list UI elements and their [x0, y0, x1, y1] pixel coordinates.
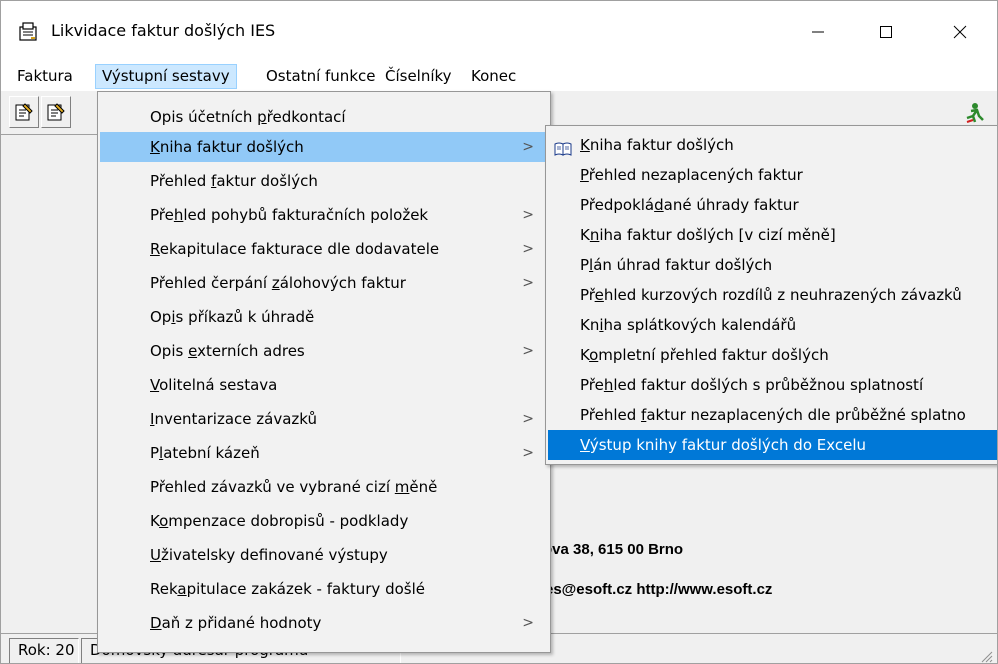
menu-bar: Faktura Výstupní sestavy Ostatní funkce …: [1, 61, 997, 91]
menu-item-kompenzace-dobropisu[interactable]: Kompenzace dobropisů - podklady: [100, 506, 548, 536]
menu-vystupni-sestavy[interactable]: Výstupní sestavy: [95, 64, 237, 89]
menu-item-rekapitulace-zakazek[interactable]: Rekapitulace zakázek - faktury došlé: [100, 574, 548, 604]
menu-item-label: Opis příkazů k úhradě: [150, 308, 315, 326]
close-button[interactable]: [937, 13, 983, 51]
menu-item-label: Přehled pohybů fakturačních položek: [150, 206, 429, 224]
book-icon: [554, 137, 572, 156]
menu-item-label: Přehled závazků ve vybrané cizí měně: [150, 478, 438, 496]
menu-item-opis-externich-adres[interactable]: Opis externích adres >: [100, 336, 548, 366]
menu-item-prehled-zavazku-cizi-mene[interactable]: Přehled závazků ve vybrané cizí měně: [100, 472, 548, 502]
menu-vystupni-sestavy-dropdown: Opis účetních předkontací Kniha faktur d…: [97, 91, 551, 653]
menu-item-opis-ucetnich-predkontaci[interactable]: Opis účetních předkontací: [100, 102, 548, 132]
help-button[interactable]: [961, 99, 987, 127]
submenu-item-label: Přehled kurzových rozdílů z neuhrazených…: [580, 286, 962, 304]
menu-item-label: Přehled čerpání zálohových faktur: [150, 274, 406, 292]
menu-item-opis-prikazu[interactable]: Opis příkazů k úhradě: [100, 302, 548, 332]
menu-item-label: Uživatelsky definované výstupy: [150, 546, 388, 564]
submenu-item-prehled-nezaplacenych[interactable]: Přehled nezaplacených faktur: [548, 160, 997, 190]
submenu-item-label: Přehled nezaplacených faktur: [580, 166, 803, 184]
menu-item-uzivatelsky-definovane[interactable]: Uživatelsky definované výstupy: [100, 540, 548, 570]
menu-item-label: Rekapitulace zakázek - faktury došlé: [150, 580, 425, 598]
submenu-arrow-icon: >: [522, 275, 534, 291]
submenu-item-label: Kompletní přehled faktur došlých: [580, 346, 829, 364]
menu-item-label: Opis externích adres: [150, 342, 305, 360]
submenu-item-plan-uhrad[interactable]: Plán úhrad faktur došlých: [548, 250, 997, 280]
submenu-item-label: Kniha faktur došlých: [580, 136, 734, 154]
submenu-item-label: Plán úhrad faktur došlých: [580, 256, 773, 274]
menu-item-label: Kniha faktur došlých: [150, 138, 304, 156]
resize-grip-icon[interactable]: [979, 649, 993, 663]
menu-item-rekapitulace-fakturace[interactable]: Rekapitulace fakturace dle dodavatele >: [100, 234, 548, 264]
menu-ciselniky[interactable]: Číselníky: [379, 64, 458, 89]
company-address: ova 38, 615 00 Brno: [543, 541, 684, 558]
running-man-icon: [966, 103, 984, 123]
submenu-item-label: Kniha faktur došlých [v cizí měně]: [580, 226, 836, 244]
submenu-item-splatkove-kalendare[interactable]: Kniha splátkových kalendářů: [548, 310, 997, 340]
window-title: Likvidace faktur došlých IES: [51, 21, 276, 40]
submenu-item-kurzove-rozdily[interactable]: Přehled kurzových rozdílů z neuhrazených…: [548, 280, 997, 310]
menu-item-prehled-cerpani[interactable]: Přehled čerpání zálohových faktur >: [100, 268, 548, 298]
menu-item-label: Opis účetních předkontací: [150, 108, 346, 126]
submenu-item-kniha-cizi-mene[interactable]: Kniha faktur došlých [v cizí měně]: [548, 220, 997, 250]
menu-item-prehled-pohybu[interactable]: Přehled pohybů fakturačních položek >: [100, 200, 548, 230]
submenu-arrow-icon: >: [522, 343, 534, 359]
menu-faktura[interactable]: Faktura: [11, 64, 79, 89]
menu-item-inventarizace[interactable]: Inventarizace závazků >: [100, 404, 548, 434]
menu-item-label: Platební kázeň: [150, 444, 260, 462]
edit-document-icon: [47, 103, 65, 121]
submenu-kniha-faktur: Kniha faktur došlých Přehled nezaplacený…: [545, 125, 997, 465]
status-year: Rok: 20: [9, 638, 79, 663]
menu-item-prehled-faktur-doslych[interactable]: Přehled faktur došlých: [100, 166, 548, 196]
edit-document-button-2[interactable]: [41, 96, 71, 128]
app-window: Likvidace faktur došlých IES Faktura Výs…: [0, 0, 998, 664]
submenu-item-kniha-faktur-doslych[interactable]: Kniha faktur došlých: [548, 130, 997, 160]
submenu-arrow-icon: >: [522, 411, 534, 427]
submenu-item-vystup-excel[interactable]: Výstup knihy faktur došlých do Excelu: [548, 430, 997, 460]
submenu-arrow-icon: >: [522, 445, 534, 461]
submenu-item-label: Přehled faktur nezaplacených dle průběžn…: [580, 406, 966, 424]
menu-item-volitelna-sestava[interactable]: Volitelná sestava: [100, 370, 548, 400]
submenu-item-prubezna-splatnost[interactable]: Přehled faktur došlých s průběžnou splat…: [548, 370, 997, 400]
submenu-arrow-icon: >: [522, 615, 534, 631]
menu-ostatni-funkce[interactable]: Ostatní funkce: [260, 64, 381, 89]
submenu-item-label: Předpokládané úhrady faktur: [580, 196, 799, 214]
maximize-button[interactable]: [863, 13, 909, 51]
menu-item-label: Přehled faktur došlých: [150, 172, 318, 190]
edit-document-icon: [15, 103, 33, 121]
menu-item-platebni-kazen[interactable]: Platební kázeň >: [100, 438, 548, 468]
menu-item-dan-z-pridane-hodnoty[interactable]: Daň z přidané hodnoty >: [100, 608, 548, 638]
minimize-button[interactable]: [795, 13, 841, 51]
edit-document-button[interactable]: [9, 96, 39, 128]
menu-konec[interactable]: Konec: [465, 64, 522, 89]
submenu-arrow-icon: >: [522, 241, 534, 257]
title-bar[interactable]: Likvidace faktur došlých IES: [1, 1, 997, 61]
menu-item-label: Daň z přidané hodnoty: [150, 614, 322, 632]
menu-item-kniha-faktur-doslych[interactable]: Kniha faktur došlých >: [100, 132, 548, 162]
submenu-arrow-icon: >: [522, 207, 534, 223]
menu-item-label: Volitelná sestava: [150, 376, 278, 394]
submenu-item-label: Přehled faktur došlých s průběžnou splat…: [580, 376, 924, 394]
submenu-arrow-icon: >: [522, 139, 534, 155]
submenu-item-nezaplacene-prubezne[interactable]: Přehled faktur nezaplacených dle průběžn…: [548, 400, 997, 430]
submenu-item-label: Výstup knihy faktur došlých do Excelu: [580, 436, 867, 454]
app-icon: [17, 21, 39, 43]
submenu-item-label: Kniha splátkových kalendářů: [580, 316, 797, 334]
menu-item-label: Inventarizace závazků: [150, 410, 318, 428]
menu-item-label: Kompenzace dobropisů - podklady: [150, 512, 409, 530]
submenu-item-predpokladane-uhrady[interactable]: Předpokládané úhrady faktur: [548, 190, 997, 220]
company-contact: es@esoft.cz http://www.esoft.cz: [545, 581, 773, 598]
submenu-item-kompletni-prehled[interactable]: Kompletní přehled faktur došlých: [548, 340, 997, 370]
menu-item-label: Rekapitulace fakturace dle dodavatele: [150, 240, 440, 258]
